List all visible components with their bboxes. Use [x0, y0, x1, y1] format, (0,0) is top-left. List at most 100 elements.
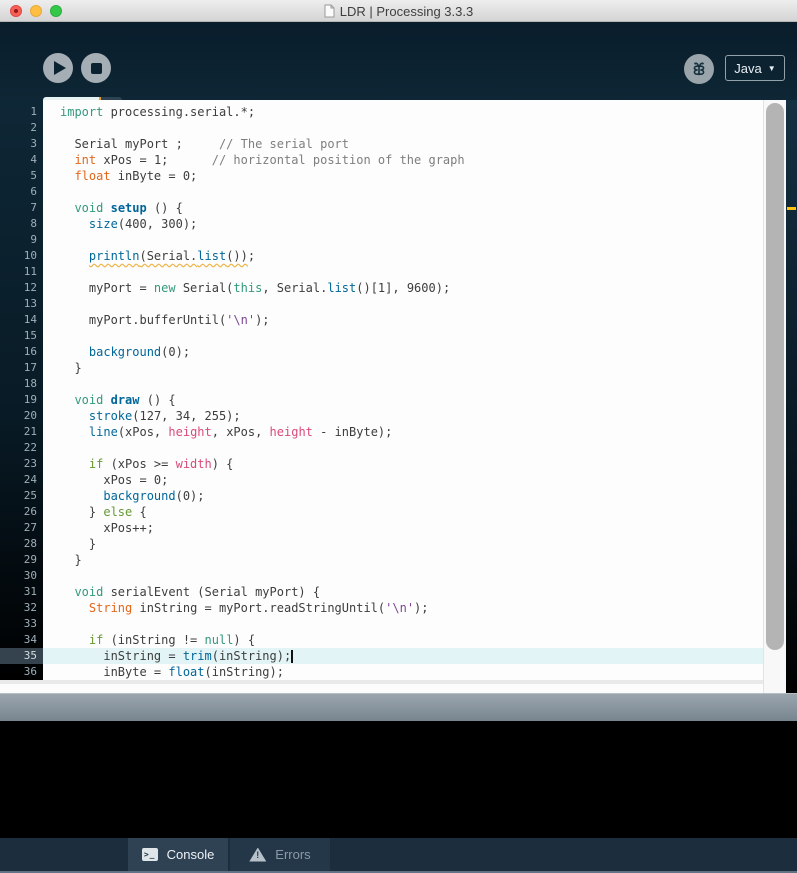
line-number: 19 [23, 393, 37, 406]
line-number: 7 [30, 201, 37, 214]
processing-ide-window: LDR | Processing 3.3.3 Java ▼ 1 2 3 4 5 … [0, 0, 797, 873]
code-line[interactable] [43, 440, 763, 456]
code-line[interactable]: inString = trim(inString); [43, 648, 763, 664]
line-number: 25 [23, 489, 37, 502]
mode-selector[interactable]: Java ▼ [725, 55, 785, 81]
line-number: 16 [23, 345, 37, 358]
code-line[interactable]: size(400, 300); [43, 216, 763, 232]
code-line[interactable]: if (inString != null) { [43, 632, 763, 648]
line-number: 6 [30, 185, 37, 198]
code-line[interactable]: background(0); [43, 488, 763, 504]
line-number: 21 [23, 425, 37, 438]
warning-mark[interactable] [787, 207, 796, 210]
code-line[interactable] [43, 232, 763, 248]
debug-button[interactable] [684, 54, 714, 84]
code-line[interactable] [43, 296, 763, 312]
line-number: 33 [23, 617, 37, 630]
code-line[interactable]: void serialEvent (Serial myPort) { [43, 584, 763, 600]
run-button[interactable] [43, 53, 73, 83]
horizontal-scroll-area [0, 684, 786, 693]
line-number: 31 [23, 585, 37, 598]
code-line[interactable]: if (xPos >= width) { [43, 456, 763, 472]
line-number: 36 [23, 665, 37, 678]
line-number: 12 [23, 281, 37, 294]
console-tab-bar: >_ Console ! Errors [0, 838, 797, 871]
stop-button[interactable] [81, 53, 111, 83]
code-line[interactable]: void setup () { [43, 200, 763, 216]
toolbar: Java ▼ LDR ▼ [0, 22, 797, 122]
code-line[interactable]: line(xPos, height, xPos, height - inByte… [43, 424, 763, 440]
vertical-scrollbar[interactable] [763, 100, 786, 693]
mode-label: Java [734, 60, 762, 76]
warning-icon: ! [249, 847, 267, 862]
code-line[interactable] [43, 568, 763, 584]
butterfly-debug-icon [693, 62, 705, 76]
error-indicator-strip [786, 100, 797, 693]
line-number: 14 [23, 313, 37, 326]
window-title: LDR | Processing 3.3.3 [339, 3, 474, 19]
code-line[interactable]: background(0); [43, 344, 763, 360]
code-line[interactable]: } [43, 536, 763, 552]
text-cursor [291, 650, 294, 663]
code-line[interactable]: inByte = float(inString); [43, 664, 763, 680]
code-line[interactable] [43, 376, 763, 392]
line-number: 23 [23, 457, 37, 470]
code-line[interactable]: xPos++; [43, 520, 763, 536]
code-line[interactable]: float inByte = 0; [43, 168, 763, 184]
line-number: 27 [23, 521, 37, 534]
code-line[interactable]: println(Serial.list()); [43, 248, 763, 264]
code-line[interactable] [43, 120, 763, 136]
line-number: 5 [30, 169, 37, 182]
stop-icon [90, 62, 102, 74]
window-title-area: LDR | Processing 3.3.3 [0, 0, 797, 22]
console-tab-label: Console [166, 847, 215, 862]
play-icon [53, 61, 66, 75]
line-number: 17 [23, 361, 37, 374]
line-number: 20 [23, 409, 37, 422]
line-number: 28 [23, 537, 37, 550]
line-number: 9 [30, 233, 37, 246]
line-number: 13 [23, 297, 37, 310]
code-line[interactable]: } else { [43, 504, 763, 520]
line-number: 11 [23, 265, 37, 278]
warning-exclamation: ! [256, 849, 260, 860]
line-number: 3 [30, 137, 37, 150]
code-line[interactable] [43, 616, 763, 632]
line-number: 35 [0, 648, 43, 664]
code-line[interactable]: myPort.bufferUntil('\n'); [43, 312, 763, 328]
code-line[interactable]: int xPos = 1; // horizontal position of … [43, 152, 763, 168]
line-number: 24 [23, 473, 37, 486]
code-line[interactable]: xPos = 0; [43, 472, 763, 488]
tab-errors[interactable]: ! Errors [230, 838, 330, 871]
line-number: 18 [23, 377, 37, 390]
code-editor[interactable]: import processing.serial.*; Serial myPor… [43, 100, 763, 680]
code-line[interactable] [43, 328, 763, 344]
code-line[interactable]: String inString = myPort.readStringUntil… [43, 600, 763, 616]
errors-tab-label: Errors [275, 847, 311, 862]
line-number: 29 [23, 553, 37, 566]
line-number: 2 [30, 121, 37, 134]
scrollbar-thumb[interactable] [766, 103, 784, 650]
line-number: 8 [30, 217, 37, 230]
tab-console[interactable]: >_ Console [128, 838, 228, 871]
line-number: 4 [30, 153, 37, 166]
code-line[interactable] [43, 264, 763, 280]
code-line[interactable]: import processing.serial.*; [43, 104, 763, 120]
terminal-icon: >_ [141, 848, 158, 861]
line-number: 10 [23, 249, 37, 262]
code-line[interactable]: void draw () { [43, 392, 763, 408]
code-line[interactable]: Serial myPort ; // The serial port [43, 136, 763, 152]
line-number: 1 [30, 105, 37, 118]
line-number-gutter: 1 2 3 4 5 6 7 8 9 10 11 12 13 14 15 16 17 18 19 20 21 22 23 24 2… [0, 100, 43, 680]
document-icon [324, 4, 335, 18]
message-bar [0, 693, 797, 721]
code-line[interactable]: stroke(127, 34, 255); [43, 408, 763, 424]
line-number: 30 [23, 569, 37, 582]
code-line[interactable]: myPort = new Serial(this, Serial.list()[… [43, 280, 763, 296]
title-bar: LDR | Processing 3.3.3 [0, 0, 797, 22]
line-number: 22 [23, 441, 37, 454]
code-line[interactable]: } [43, 552, 763, 568]
console-output [0, 721, 797, 838]
code-line[interactable]: } [43, 360, 763, 376]
code-line[interactable] [43, 184, 763, 200]
